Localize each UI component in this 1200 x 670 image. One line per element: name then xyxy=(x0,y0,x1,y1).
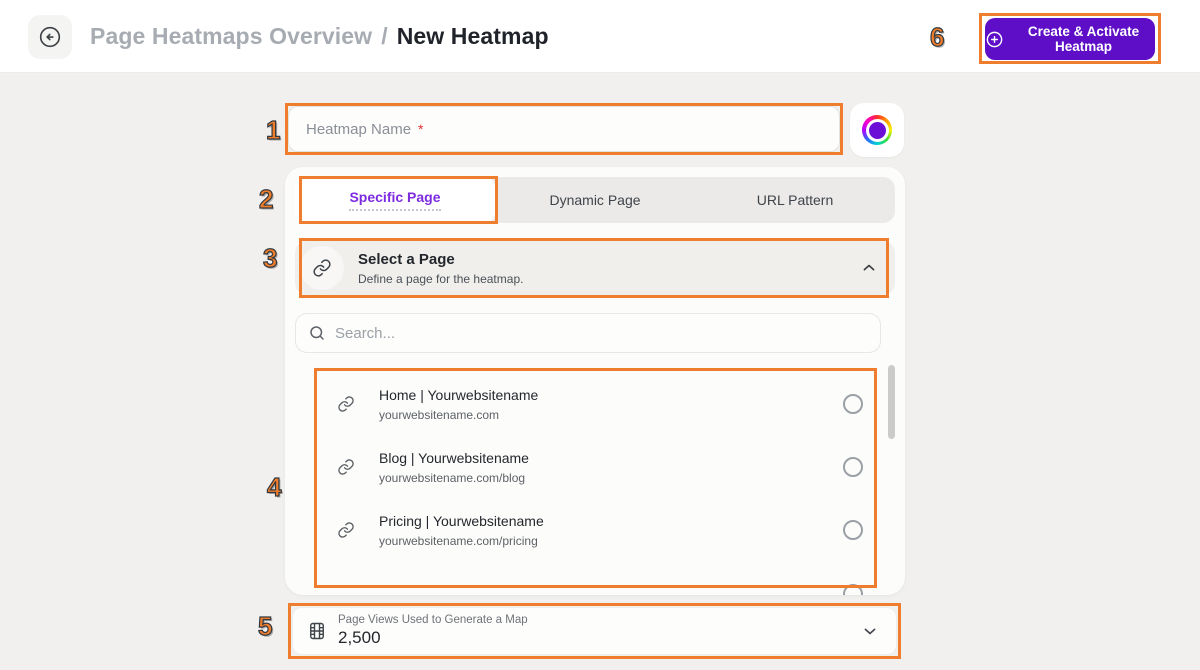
chevron-down-icon xyxy=(860,621,880,641)
breadcrumb-parent[interactable]: Page Heatmaps Overview xyxy=(90,23,372,50)
page-title: New Heatmap xyxy=(397,23,549,50)
select-a-page-header[interactable]: Select a Page Define a page for the heat… xyxy=(295,241,895,295)
list-scrollbar-thumb[interactable] xyxy=(888,365,895,439)
tab-dynamic-page[interactable]: Dynamic Page xyxy=(495,177,695,223)
page-radio-button[interactable] xyxy=(843,457,863,477)
page-item-title: Pricing | Yourwebsitename xyxy=(379,513,819,529)
page-item-texts: Home | Yourwebsitename yourwebsitename.c… xyxy=(379,387,819,422)
heatmap-color-picker-button[interactable] xyxy=(850,103,904,157)
page-list-item-blog[interactable]: Blog | Yourwebsitename yourwebsitename.c… xyxy=(295,436,881,498)
search-input[interactable] xyxy=(335,325,868,342)
page-item-url: yourwebsitename.com/blog xyxy=(379,471,819,485)
link-icon xyxy=(337,521,355,539)
plus-circle-icon xyxy=(985,30,1004,49)
create-button-label: Create & Activate Heatmap xyxy=(1012,24,1155,54)
back-button[interactable] xyxy=(28,15,72,59)
search-icon xyxy=(308,324,326,342)
select-a-page-texts: Select a Page Define a page for the heat… xyxy=(358,251,523,286)
page-radio-button[interactable] xyxy=(843,520,863,540)
create-activate-heatmap-button[interactable]: Create & Activate Heatmap xyxy=(985,18,1155,60)
heatmap-name-input[interactable]: Heatmap Name * xyxy=(288,106,840,152)
page-views-dropdown[interactable]: Page Views Used to Generate a Map 2,500 xyxy=(292,607,897,655)
annotation-number-5: 5 xyxy=(258,611,272,642)
tab-label: URL Pattern xyxy=(757,192,834,208)
annotation-number-1: 1 xyxy=(266,115,280,146)
top-bar: Page Heatmaps Overview / New Heatmap Cre… xyxy=(0,0,1200,73)
link-icon xyxy=(312,258,332,278)
link-icon xyxy=(337,458,355,476)
film-icon xyxy=(307,621,327,641)
page-list-item-home[interactable]: Home | Yourwebsitename yourwebsitename.c… xyxy=(295,373,881,435)
page-item-url: yourwebsitename.com xyxy=(379,408,819,422)
page-selection-card: Specific Page Dynamic Page URL Pattern S… xyxy=(285,167,905,595)
select-a-page-title: Select a Page xyxy=(358,251,523,268)
page-item-title: Home | Yourwebsitename xyxy=(379,387,819,403)
page-item-texts: Blog | Yourwebsitename yourwebsitename.c… xyxy=(379,450,819,485)
annotation-number-3: 3 xyxy=(263,243,277,274)
page-search-box xyxy=(295,313,881,353)
link-icon-circle xyxy=(300,246,344,290)
new-heatmap-page: Page Heatmaps Overview / New Heatmap Cre… xyxy=(0,0,1200,670)
page-type-tabbar: Specific Page Dynamic Page URL Pattern xyxy=(295,177,895,223)
arrow-left-circle-icon xyxy=(37,24,63,50)
page-views-texts: Page Views Used to Generate a Map 2,500 xyxy=(338,614,528,648)
tab-label: Dynamic Page xyxy=(549,192,640,208)
color-wheel-icon xyxy=(862,115,892,145)
tab-url-pattern[interactable]: URL Pattern xyxy=(695,177,895,223)
annotation-number-4: 4 xyxy=(267,472,281,503)
tab-specific-page[interactable]: Specific Page xyxy=(295,177,495,223)
heatmap-name-placeholder: Heatmap Name xyxy=(306,121,411,138)
tab-label: Specific Page xyxy=(349,189,440,211)
page-item-title: Blog | Yourwebsitename xyxy=(379,450,819,466)
page-item-texts: Pricing | Yourwebsitename yourwebsitenam… xyxy=(379,513,819,548)
annotation-number-2: 2 xyxy=(259,184,273,215)
page-radio-button[interactable] xyxy=(843,394,863,414)
page-list-item-pricing[interactable]: Pricing | Yourwebsitename yourwebsitenam… xyxy=(295,499,881,561)
page-item-url: yourwebsitename.com/pricing xyxy=(379,534,819,548)
page-views-label: Page Views Used to Generate a Map xyxy=(338,614,528,626)
required-asterisk: * xyxy=(418,121,423,137)
chevron-up-icon[interactable] xyxy=(859,258,879,278)
breadcrumb: Page Heatmaps Overview / New Heatmap xyxy=(90,0,549,73)
page-views-value: 2,500 xyxy=(338,628,528,648)
link-icon xyxy=(337,395,355,413)
breadcrumb-separator: / xyxy=(381,23,388,50)
select-a-page-subtitle: Define a page for the heatmap. xyxy=(358,272,523,286)
page-radio-button-partial[interactable] xyxy=(843,584,863,595)
